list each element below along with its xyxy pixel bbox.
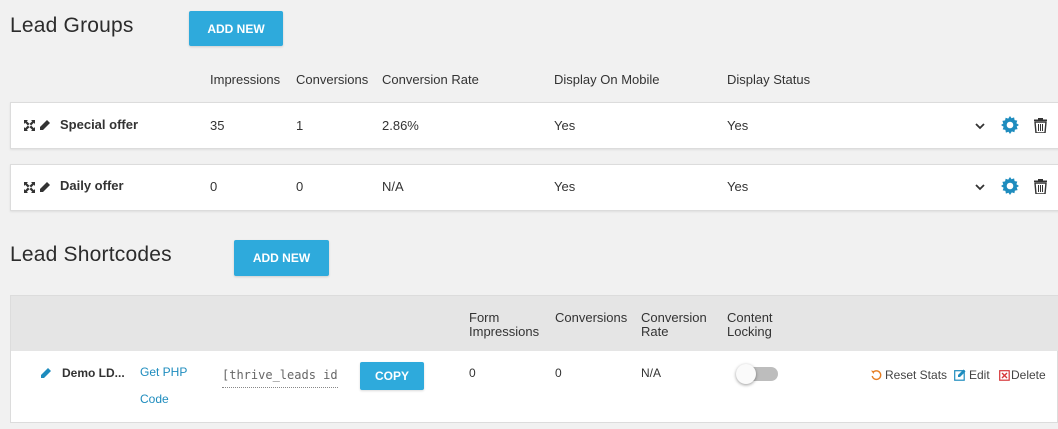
shortcode-input[interactable]: [thrive_leads id='23: [222, 364, 338, 388]
form-impressions-value: 0: [469, 366, 476, 380]
column-header-display-status: Display Status: [727, 72, 811, 87]
link-line[interactable]: Code: [140, 392, 187, 406]
lead-groups-title: Lead Groups: [10, 14, 134, 37]
conversions-value: 1: [296, 118, 304, 133]
chevron-down-icon[interactable]: [974, 120, 986, 132]
chevron-down-icon[interactable]: [974, 181, 986, 193]
header-line: Rate: [641, 324, 669, 339]
header-line: Form: [469, 310, 500, 325]
header-line: Impressions: [469, 324, 540, 339]
edit-label[interactable]: Edit: [969, 368, 990, 382]
lead-group-row: Daily offer 0 0 N/A Yes Yes: [10, 164, 1058, 211]
lead-group-name: Special offer: [60, 117, 139, 132]
column-header-display-on-mobile: Display On Mobile: [554, 72, 660, 87]
trash-icon[interactable]: [1033, 178, 1047, 194]
header-line: Content: [727, 310, 773, 325]
delete-label[interactable]: Delete: [1011, 368, 1046, 382]
column-header-conversions: Conversions: [296, 72, 369, 87]
column-header-impressions: Impressions: [210, 72, 281, 87]
pencil-icon[interactable]: [38, 119, 50, 131]
expand-icon[interactable]: [23, 181, 36, 194]
edit-icon: [954, 369, 966, 381]
conversions-value: 0: [555, 366, 562, 380]
display-status-value: Yes: [727, 179, 749, 194]
lead-group-name: Daily offer: [60, 178, 124, 193]
link-line[interactable]: Get PHP: [140, 365, 187, 379]
trash-icon[interactable]: [1033, 117, 1047, 133]
gear-icon[interactable]: [1001, 116, 1019, 134]
header-line: Conversion: [641, 310, 707, 325]
conversion-rate-value: N/A: [641, 366, 662, 380]
shortcode-name: Demo LD...: [62, 366, 125, 380]
get-php-code-link[interactable]: Get PHP Code: [140, 365, 187, 406]
reset-stats-label[interactable]: Reset Stats: [885, 368, 947, 382]
column-header-conversion-rate: Conversion Rate: [382, 72, 479, 87]
impressions-value: 35: [210, 118, 225, 133]
shortcodes-table: Form Impressions Conversions Conversion …: [10, 295, 1058, 423]
impressions-value: 0: [210, 179, 218, 194]
reset-icon: [871, 369, 882, 380]
column-header-conversion-rate: Conversion Rate: [641, 311, 707, 339]
column-header-conversions: Conversions: [555, 310, 628, 325]
copy-button[interactable]: COPY: [360, 362, 424, 390]
column-header-form-impressions: Form Impressions: [469, 311, 539, 339]
pencil-icon[interactable]: [38, 181, 50, 193]
toggle-knob: [736, 364, 756, 384]
display-on-mobile-value: Yes: [554, 118, 576, 133]
reset-stats-action[interactable]: Reset Stats: [871, 368, 947, 382]
conversion-rate-value: 2.86%: [382, 118, 419, 133]
lead-shortcodes-add-new-button[interactable]: ADD NEW: [234, 240, 329, 276]
column-header-content-locking: Content Locking: [727, 311, 773, 339]
display-on-mobile-value: Yes: [554, 179, 576, 194]
lead-groups-add-new-button[interactable]: ADD NEW: [189, 11, 283, 46]
conversions-value: 0: [296, 179, 304, 194]
delete-icon: [999, 370, 1010, 381]
expand-icon[interactable]: [23, 119, 36, 132]
content-locking-toggle[interactable]: [736, 364, 778, 387]
lead-shortcodes-title: Lead Shortcodes: [10, 243, 172, 266]
display-status-value: Yes: [727, 118, 749, 133]
edit-action[interactable]: Edit: [954, 368, 990, 382]
lead-group-row: Special offer 35 1 2.86% Yes Yes: [10, 102, 1058, 149]
pencil-icon[interactable]: [39, 367, 51, 379]
gear-icon[interactable]: [1001, 177, 1019, 195]
conversion-rate-value: N/A: [382, 179, 404, 194]
delete-action[interactable]: Delete: [999, 368, 1046, 382]
header-line: Locking: [727, 324, 772, 339]
